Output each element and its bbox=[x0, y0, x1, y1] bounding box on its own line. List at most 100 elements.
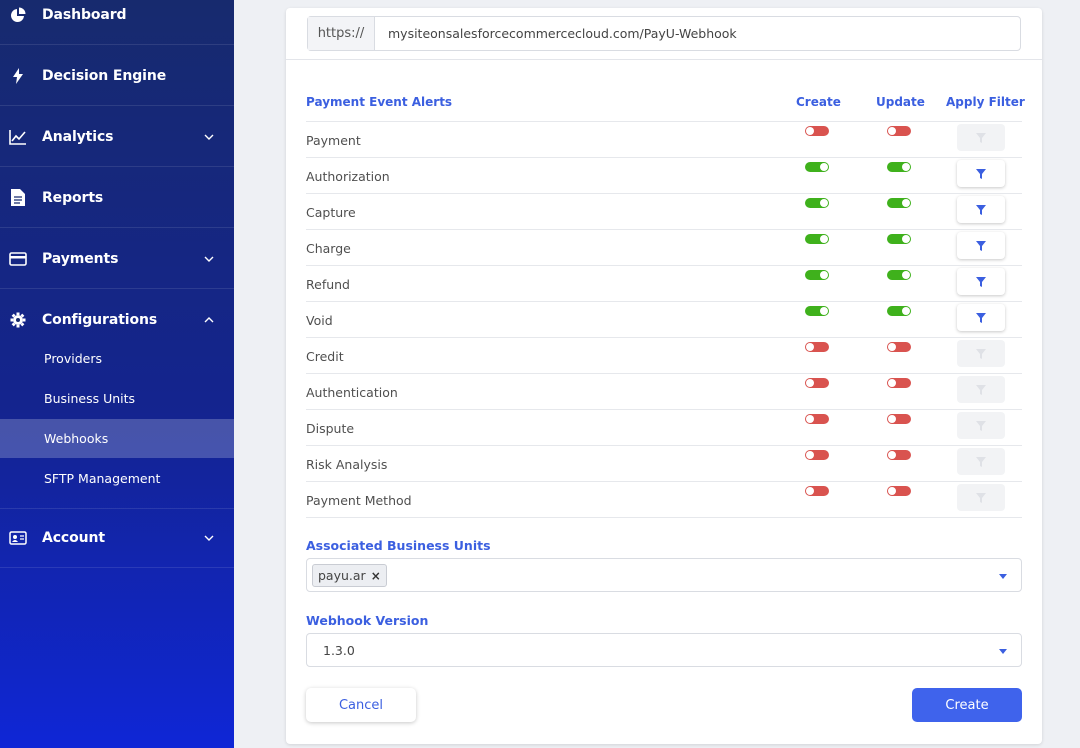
sidebar-item-reports[interactable]: Reports bbox=[0, 168, 234, 228]
table-row: Capture bbox=[306, 193, 1022, 229]
update-toggle[interactable] bbox=[887, 306, 911, 316]
url-prefix: https:// bbox=[308, 17, 375, 50]
apply-filter-button[interactable] bbox=[957, 268, 1005, 295]
sidebar-subitem-business-units[interactable]: Business Units bbox=[0, 379, 234, 418]
column-header-update: Update bbox=[876, 95, 925, 109]
sidebar-item-label: Analytics bbox=[42, 128, 114, 145]
table-row: Payment Method bbox=[306, 481, 1022, 517]
update-toggle[interactable] bbox=[887, 126, 911, 136]
filter-icon bbox=[976, 204, 986, 215]
sidebar-item-label: Account bbox=[42, 529, 105, 546]
toggle-knob bbox=[820, 199, 828, 207]
table-row: Charge bbox=[306, 229, 1022, 265]
chevron-down-icon bbox=[203, 532, 215, 544]
create-toggle[interactable] bbox=[805, 162, 829, 172]
filter-icon bbox=[976, 240, 986, 251]
caret-down-icon[interactable] bbox=[999, 649, 1007, 654]
create-toggle[interactable] bbox=[805, 378, 829, 388]
toggle-knob bbox=[902, 163, 910, 171]
update-toggle[interactable] bbox=[887, 450, 911, 460]
create-toggle[interactable] bbox=[805, 234, 829, 244]
filter-icon bbox=[976, 168, 986, 179]
sidebar-subitem-providers[interactable]: Providers bbox=[0, 339, 234, 378]
table-row: Authorization bbox=[306, 157, 1022, 193]
update-toggle[interactable] bbox=[887, 162, 911, 172]
table-row: Dispute bbox=[306, 409, 1022, 445]
webhook-url-input[interactable] bbox=[375, 17, 1020, 50]
apply-filter-button bbox=[957, 448, 1005, 475]
create-toggle[interactable] bbox=[805, 342, 829, 352]
toggle-knob bbox=[888, 343, 896, 351]
toggle-knob bbox=[806, 487, 814, 495]
create-toggle[interactable] bbox=[805, 450, 829, 460]
update-toggle[interactable] bbox=[887, 342, 911, 352]
table-row: Refund bbox=[306, 265, 1022, 301]
sidebar-item-label: Reports bbox=[42, 189, 104, 206]
update-toggle[interactable] bbox=[887, 198, 911, 208]
toggle-knob bbox=[820, 271, 828, 279]
sidebar-item-payments[interactable]: Payments bbox=[0, 229, 234, 289]
apply-filter-button[interactable] bbox=[957, 196, 1005, 223]
lightning-icon bbox=[8, 66, 28, 86]
table-row: Credit bbox=[306, 337, 1022, 373]
table-row: Authentication bbox=[306, 373, 1022, 409]
webhook-version-label: Webhook Version bbox=[306, 613, 429, 628]
toggle-knob bbox=[888, 415, 896, 423]
create-toggle[interactable] bbox=[805, 270, 829, 280]
sidebar-item-dashboard[interactable]: Dashboard bbox=[0, 0, 234, 45]
event-name: Authorization bbox=[306, 169, 390, 184]
column-header-apply-filter: Apply Filter bbox=[946, 95, 1025, 109]
sidebar-item-account[interactable]: Account bbox=[0, 508, 234, 568]
event-name: Refund bbox=[306, 277, 350, 292]
webhook-version-value: 1.3.0 bbox=[323, 643, 355, 658]
toggle-knob bbox=[888, 127, 896, 135]
webhook-version-select[interactable]: 1.3.0 bbox=[306, 633, 1022, 667]
filter-icon bbox=[976, 384, 986, 395]
update-toggle[interactable] bbox=[887, 414, 911, 424]
business-units-label: Associated Business Units bbox=[306, 538, 491, 553]
create-toggle[interactable] bbox=[805, 126, 829, 136]
toggle-knob bbox=[888, 487, 896, 495]
create-toggle[interactable] bbox=[805, 414, 829, 424]
cancel-button[interactable]: Cancel bbox=[306, 688, 416, 722]
sidebar-item-label: Decision Engine bbox=[42, 67, 167, 84]
sidebar-subitem-sftp-management[interactable]: SFTP Management bbox=[0, 459, 234, 498]
update-toggle[interactable] bbox=[887, 270, 911, 280]
create-toggle[interactable] bbox=[805, 198, 829, 208]
sidebar-subitem-webhooks[interactable]: Webhooks bbox=[0, 419, 234, 458]
document-icon bbox=[8, 188, 28, 208]
event-name: Authentication bbox=[306, 385, 398, 400]
create-toggle[interactable] bbox=[805, 306, 829, 316]
webhook-form-card: https:// Payment Event Alerts Create Upd… bbox=[286, 8, 1042, 744]
update-toggle[interactable] bbox=[887, 378, 911, 388]
apply-filter-button[interactable] bbox=[957, 232, 1005, 259]
toggle-knob bbox=[806, 343, 814, 351]
configurations-section: Configurations Providers Business Units … bbox=[0, 290, 234, 509]
table-row: Risk Analysis bbox=[306, 445, 1022, 481]
sidebar-item-analytics[interactable]: Analytics bbox=[0, 107, 234, 167]
apply-filter-button[interactable] bbox=[957, 304, 1005, 331]
update-toggle[interactable] bbox=[887, 234, 911, 244]
event-name: Charge bbox=[306, 241, 351, 256]
event-name: Capture bbox=[306, 205, 356, 220]
toggle-knob bbox=[902, 271, 910, 279]
event-name: Risk Analysis bbox=[306, 457, 388, 472]
chip-remove-icon[interactable]: × bbox=[371, 569, 381, 583]
business-units-select[interactable]: payu.ar × bbox=[306, 558, 1022, 592]
filter-icon bbox=[976, 276, 986, 287]
toggle-knob bbox=[902, 199, 910, 207]
filter-icon bbox=[976, 348, 986, 359]
sidebar-item-decision-engine[interactable]: Decision Engine bbox=[0, 46, 234, 106]
create-toggle[interactable] bbox=[805, 486, 829, 496]
apply-filter-button bbox=[957, 340, 1005, 367]
url-input-group: https:// bbox=[307, 16, 1021, 51]
apply-filter-button[interactable] bbox=[957, 160, 1005, 187]
update-toggle[interactable] bbox=[887, 486, 911, 496]
create-button[interactable]: Create bbox=[912, 688, 1022, 722]
caret-down-icon[interactable] bbox=[999, 574, 1007, 579]
toggle-knob bbox=[902, 235, 910, 243]
line-chart-icon bbox=[8, 127, 28, 147]
sidebar-item-label: Configurations bbox=[42, 312, 158, 328]
table-row: Payment bbox=[306, 121, 1022, 157]
toggle-knob bbox=[820, 163, 828, 171]
